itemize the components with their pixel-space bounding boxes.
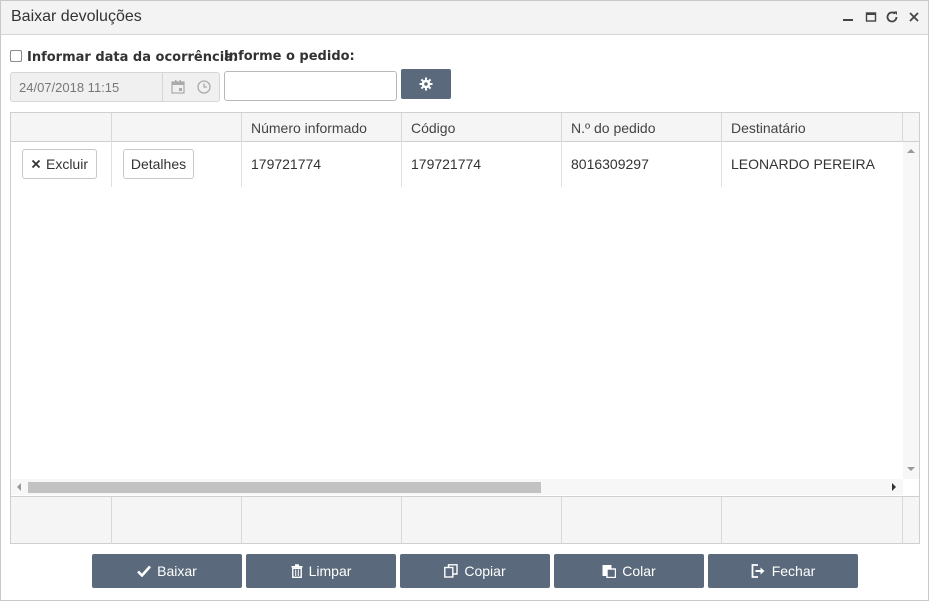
column-header-details — [112, 113, 242, 142]
cell-numero-pedido: 8016309297 — [562, 142, 722, 187]
scroll-down-icon[interactable] — [907, 466, 915, 472]
date-checkbox[interactable] — [10, 50, 22, 62]
limpar-label: Limpar — [308, 563, 352, 579]
order-input[interactable] — [224, 71, 397, 101]
window-title: Baixar devoluções — [11, 8, 142, 25]
column-header-codigo[interactable]: Código — [402, 113, 562, 142]
footer-cell — [562, 497, 722, 544]
vertical-scrollbar[interactable] — [903, 142, 919, 479]
date-separator — [162, 73, 163, 101]
calendar-icon[interactable] — [170, 79, 186, 95]
delete-cell: Excluir — [11, 142, 112, 187]
horizontal-scrollbar[interactable] — [11, 479, 903, 495]
scroll-left-icon[interactable] — [16, 483, 22, 491]
date-field[interactable]: 24/07/2018 11:15 — [10, 72, 220, 102]
maximize-icon[interactable] — [862, 7, 880, 27]
dialog-window: Baixar devoluções Informar data da ocorr… — [0, 0, 929, 601]
check-icon — [137, 565, 152, 577]
column-header-delete — [11, 113, 112, 142]
order-label: Informe o pedido: — [224, 49, 355, 64]
column-header-numero-pedido[interactable]: N.º do pedido — [562, 113, 722, 142]
delete-button[interactable]: Excluir — [22, 149, 97, 179]
details-cell: Detalhes — [112, 142, 242, 187]
clock-icon[interactable] — [196, 79, 212, 95]
baixar-button[interactable]: Baixar — [92, 554, 242, 588]
close-icon[interactable] — [905, 7, 923, 27]
date-value: 24/07/2018 11:15 — [19, 80, 120, 95]
fechar-button[interactable]: Fechar — [708, 554, 858, 588]
results-grid: Número informado Código N.º do pedido De… — [10, 112, 920, 544]
trash-icon — [291, 564, 303, 578]
limpar-button[interactable]: Limpar — [246, 554, 396, 588]
paste-icon — [602, 564, 617, 578]
table-row[interactable]: Excluir Detalhes 179721774 179721774 801… — [11, 142, 903, 187]
scroll-right-icon[interactable] — [891, 483, 897, 491]
footer-cell — [112, 497, 242, 544]
sign-out-icon — [751, 564, 766, 578]
column-header-destinatario[interactable]: Destinatário — [722, 113, 903, 142]
cell-codigo: 179721774 — [402, 142, 562, 187]
footer-cell — [11, 497, 112, 544]
cell-destinatario: LEONARDO PEREIRA — [731, 156, 875, 172]
footer-cell — [402, 497, 562, 544]
details-button[interactable]: Detalhes — [123, 149, 194, 179]
colar-button[interactable]: Colar — [554, 554, 704, 588]
fechar-label: Fechar — [771, 563, 816, 579]
baixar-label: Baixar — [157, 563, 197, 579]
footer-cell — [722, 497, 903, 544]
details-button-label: Detalhes — [130, 156, 187, 172]
gear-icon — [419, 77, 433, 91]
refresh-icon[interactable] — [883, 7, 901, 27]
colar-label: Colar — [622, 563, 656, 579]
search-settings-button[interactable] — [401, 69, 451, 99]
column-header-numero-informado[interactable]: Número informado — [242, 113, 402, 142]
copiar-label: Copiar — [464, 563, 506, 579]
date-checkbox-label: Informar data da ocorrência: — [27, 50, 239, 65]
minimize-icon[interactable] — [839, 7, 857, 27]
copy-icon — [444, 564, 459, 578]
grid-footer — [11, 496, 919, 544]
copiar-button[interactable]: Copiar — [400, 554, 550, 588]
delete-button-label: Excluir — [45, 156, 88, 172]
horizontal-scroll-thumb[interactable] — [28, 482, 541, 493]
scroll-up-icon[interactable] — [907, 148, 915, 154]
title-bar: Baixar devoluções — [1, 1, 928, 35]
footer-cell — [242, 497, 402, 544]
cell-numero-informado: 179721774 — [242, 142, 402, 187]
grid-header: Número informado Código N.º do pedido De… — [11, 113, 919, 142]
close-icon — [31, 159, 41, 169]
